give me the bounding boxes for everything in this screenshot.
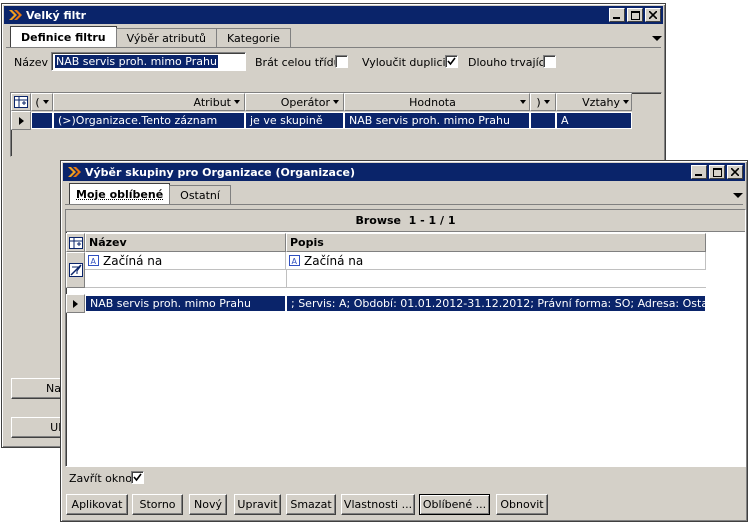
close-window-label: Zavřít okno: [69, 472, 132, 485]
dialog-titlebar[interactable]: Výběr skupiny pro Organizace (Organizace…: [63, 163, 745, 181]
chevron-down-icon: [234, 100, 240, 104]
cell-close-paren[interactable]: [530, 112, 556, 129]
chevron-down-icon: [543, 100, 550, 104]
grid-row[interactable]: (>)Organizace.Tento záznam je ve skupině…: [11, 111, 632, 130]
col-vztahy-label: Vztahy: [582, 95, 620, 109]
row-popis-cell[interactable]: ; Servis: A; Období: 01.01.2012-31.12.20…: [286, 295, 706, 312]
row-pointer-icon: [11, 111, 31, 130]
close-window-checkbox[interactable]: [131, 471, 144, 484]
close-icon[interactable]: [727, 165, 743, 179]
filter-popis-text: Začíná na: [304, 253, 364, 268]
text-filter-icon: A: [289, 255, 300, 266]
chevron-down-icon: [520, 100, 526, 104]
col-atribut[interactable]: Atribut: [53, 93, 245, 111]
filter-row-popis[interactable]: A Začíná na: [286, 252, 706, 270]
group-dialog: Výběr skupiny pro Organizace (Organizace…: [60, 160, 748, 522]
upravit-button[interactable]: Upravit: [234, 494, 281, 515]
name-label: Název: [14, 56, 49, 69]
vlastnosti-button[interactable]: Vlastnosti ...: [341, 494, 415, 515]
tabs-separator: [6, 47, 661, 48]
col-hodnota-label: Hodnota: [409, 95, 456, 109]
tabs-menu-icon[interactable]: [733, 193, 743, 198]
col-nazev[interactable]: Název: [85, 233, 286, 252]
tab-ostatni[interactable]: Ostatní: [169, 185, 231, 204]
main-titlebar[interactable]: Velký filtr: [4, 6, 663, 24]
minimize-icon[interactable]: [609, 8, 625, 22]
col-atribut-label: Atribut: [193, 95, 232, 109]
chk-dup-label: Vyloučit duplicity: [362, 56, 457, 69]
text-filter-icon: A: [88, 255, 99, 266]
chevron-down-icon: [623, 100, 629, 104]
dialog-title: Výběr skupiny pro Organizace (Organizace…: [85, 165, 355, 179]
obnovit-button[interactable]: Obnovit: [496, 494, 548, 515]
col-operator[interactable]: Operátor: [245, 93, 344, 111]
browse-counter: Browse 1 - 1 / 1: [355, 214, 456, 227]
chk-dup-checkbox[interactable]: [445, 55, 458, 68]
chk-long-label: Dlouho trvající: [468, 56, 548, 69]
cell-operator[interactable]: je ve skupině: [245, 112, 344, 129]
dialog-tabs-separator: [65, 204, 743, 205]
maximize-icon[interactable]: [627, 8, 643, 22]
row-pointer-icon: [66, 294, 85, 313]
smazat-button[interactable]: Smazat: [286, 494, 336, 515]
cell-hodnota[interactable]: NAB servis proh. mimo Prahu: [344, 112, 530, 129]
chk-long-checkbox[interactable]: [543, 55, 556, 68]
cell-open-paren[interactable]: [31, 112, 53, 129]
tab-definice-filtru[interactable]: Definice filtru: [10, 26, 117, 47]
cell-atribut[interactable]: (>)Organizace.Tento záznam: [53, 112, 245, 129]
filter-row-divider: [286, 270, 287, 288]
filter-app-icon: [68, 167, 81, 177]
browse-area: Browse 1 - 1 / 1 Název Popis A Začíná na…: [65, 209, 746, 467]
name-field-value: NAB servis proh. mimo Prahu: [55, 55, 218, 68]
svg-text:A: A: [91, 257, 97, 266]
filter-app-icon: [9, 10, 22, 20]
col-open-paren[interactable]: (: [31, 93, 53, 111]
col-hodnota[interactable]: Hodnota: [344, 93, 530, 111]
col-vztahy[interactable]: Vztahy: [556, 93, 632, 111]
chk-class-checkbox[interactable]: [335, 55, 348, 68]
aplikovat-button[interactable]: Aplikovat: [66, 494, 128, 515]
chevron-down-icon: [333, 100, 339, 104]
grid-config-icon[interactable]: [66, 233, 85, 252]
close-icon[interactable]: [645, 8, 661, 22]
table-row[interactable]: NAB servis proh. mimo Prahu ; Servis: A;…: [66, 294, 706, 313]
chk-class-label: Brát celou třídu: [255, 56, 341, 69]
svg-text:A: A: [292, 257, 298, 266]
col-operator-label: Operátor: [280, 95, 330, 109]
filter-nazev-text: Začíná na: [103, 253, 163, 268]
col-popis[interactable]: Popis: [286, 233, 706, 252]
tab-moje-oblibene[interactable]: Moje oblíbené: [69, 183, 171, 204]
filter-row-empty: [85, 270, 706, 288]
row-nazev-cell[interactable]: NAB servis proh. mimo Prahu: [85, 295, 286, 312]
col-popis-label: Popis: [290, 236, 324, 249]
filter-grid: ( Atribut Operátor Hodnota ) Vztahy (>)O…: [10, 92, 662, 157]
browse-header: Browse 1 - 1 / 1: [66, 210, 745, 232]
col-close-paren-label: ): [536, 95, 541, 109]
novy-button[interactable]: Nový: [189, 494, 227, 515]
tab-kategorie[interactable]: Kategorie: [216, 28, 291, 47]
tab-vyber-atributu[interactable]: Výběr atributů: [115, 28, 217, 47]
minimize-icon[interactable]: [691, 165, 707, 179]
main-window-title: Velký filtr: [26, 8, 87, 22]
dialog-tabs: Moje oblíbené Ostatní: [69, 183, 231, 204]
tabs-menu-icon[interactable]: [652, 36, 662, 41]
col-open-paren-label: (: [35, 95, 40, 109]
chevron-down-icon: [42, 100, 49, 104]
grid-config-icon[interactable]: [11, 93, 31, 111]
col-nazev-label: Název: [89, 236, 127, 249]
maximize-icon[interactable]: [709, 165, 725, 179]
col-close-paren[interactable]: ): [530, 93, 556, 111]
main-tabs: Definice filtru Výběr atributů Kategorie: [10, 26, 291, 47]
cell-vztahy[interactable]: A: [556, 112, 632, 129]
filter-row-nazev[interactable]: A Začíná na: [85, 252, 286, 270]
storno-button[interactable]: Storno: [132, 494, 183, 515]
oblibene-button[interactable]: Oblíbené ...: [419, 494, 490, 515]
name-field[interactable]: NAB servis proh. mimo Prahu: [51, 52, 246, 71]
filter-clear-icon[interactable]: [66, 252, 85, 288]
